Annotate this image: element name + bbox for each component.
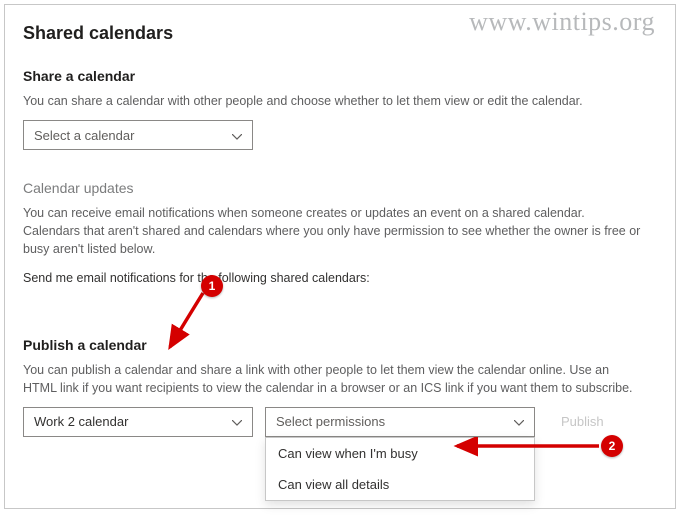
publish-calendar-select[interactable]: Work 2 calendar [23, 407, 253, 437]
publish-button[interactable]: Publish [547, 407, 618, 437]
publish-calendar-section: Publish a calendar You can publish a cal… [23, 337, 657, 437]
share-calendar-section: Share a calendar You can share a calenda… [23, 68, 657, 150]
chevron-down-icon [232, 414, 242, 429]
publish-calendar-value: Work 2 calendar [34, 414, 128, 429]
publish-title: Publish a calendar [23, 337, 657, 353]
share-calendar-select-placeholder: Select a calendar [34, 128, 134, 143]
publish-permissions-select[interactable]: Select permissions [265, 407, 535, 437]
chevron-down-icon [514, 414, 524, 429]
publish-controls-row: Work 2 calendar Select permissions Publi… [23, 407, 657, 437]
publish-permissions-placeholder: Select permissions [276, 414, 385, 429]
chevron-down-icon [232, 128, 242, 143]
page-title: Shared calendars [23, 23, 657, 44]
perm-option-all-details[interactable]: Can view all details [266, 469, 534, 500]
share-calendar-select[interactable]: Select a calendar [23, 120, 253, 150]
share-title: Share a calendar [23, 68, 657, 84]
annotation-badge-1: 1 [201, 275, 223, 297]
annotation-badge-2: 2 [601, 435, 623, 457]
updates-instruction: Send me email notifications for the foll… [23, 269, 643, 287]
publish-desc: You can publish a calendar and share a l… [23, 361, 643, 397]
permissions-dropdown-menu: Can view when I'm busy Can view all deta… [265, 437, 535, 501]
updates-title: Calendar updates [23, 180, 657, 196]
calendar-updates-section: Calendar updates You can receive email n… [23, 180, 657, 287]
updates-desc: You can receive email notifications when… [23, 204, 643, 258]
share-desc: You can share a calendar with other peop… [23, 92, 643, 110]
perm-option-busy[interactable]: Can view when I'm busy [266, 438, 534, 469]
